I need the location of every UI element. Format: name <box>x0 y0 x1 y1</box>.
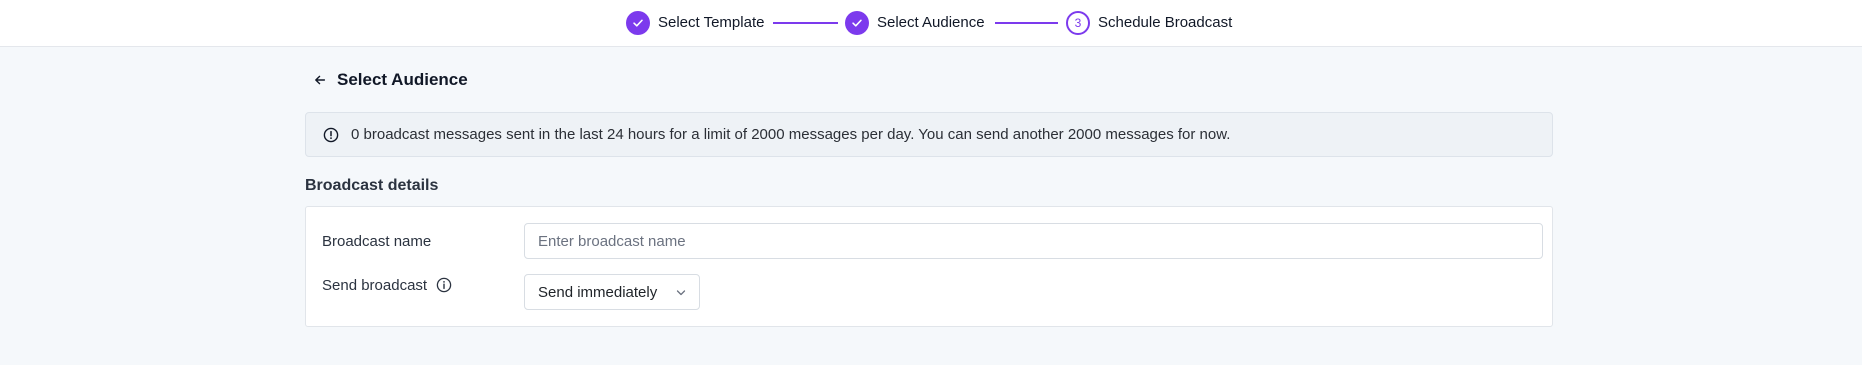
section-title: Broadcast details <box>305 177 439 194</box>
broadcast-name-label: Broadcast name <box>322 233 432 250</box>
page-title: Select Audience <box>337 70 468 89</box>
step-3-number: 3 <box>1066 11 1090 35</box>
arrow-left-icon <box>315 75 326 85</box>
step-connector-1 <box>773 22 838 24</box>
send-broadcast-selected-value: Send immediately <box>538 284 658 301</box>
broadcast-limit-banner: 0 broadcast messages sent in the last 24… <box>305 112 1553 157</box>
alert-circle-icon <box>323 127 339 143</box>
info-icon[interactable] <box>436 277 452 293</box>
step-2-check-icon <box>845 11 869 35</box>
step-1-check-icon <box>626 11 650 35</box>
back-button[interactable] <box>310 70 330 90</box>
broadcast-name-input[interactable] <box>524 223 1543 259</box>
chevron-down-icon <box>676 290 686 296</box>
banner-text: 0 broadcast messages sent in the last 24… <box>351 126 1231 143</box>
step-3-label: Schedule Broadcast <box>1098 14 1233 31</box>
step-1-label: Select Template <box>658 14 765 31</box>
stepper-bar: Select Template Select Audience 3 Schedu… <box>0 0 1862 47</box>
step-2-label: Select Audience <box>877 14 985 31</box>
send-broadcast-label: Send broadcast <box>322 277 428 294</box>
step-connector-2 <box>995 22 1058 24</box>
broadcast-details-card: Broadcast name Send broadcast Send immed… <box>305 206 1553 327</box>
send-broadcast-select[interactable]: Send immediately <box>524 274 700 310</box>
